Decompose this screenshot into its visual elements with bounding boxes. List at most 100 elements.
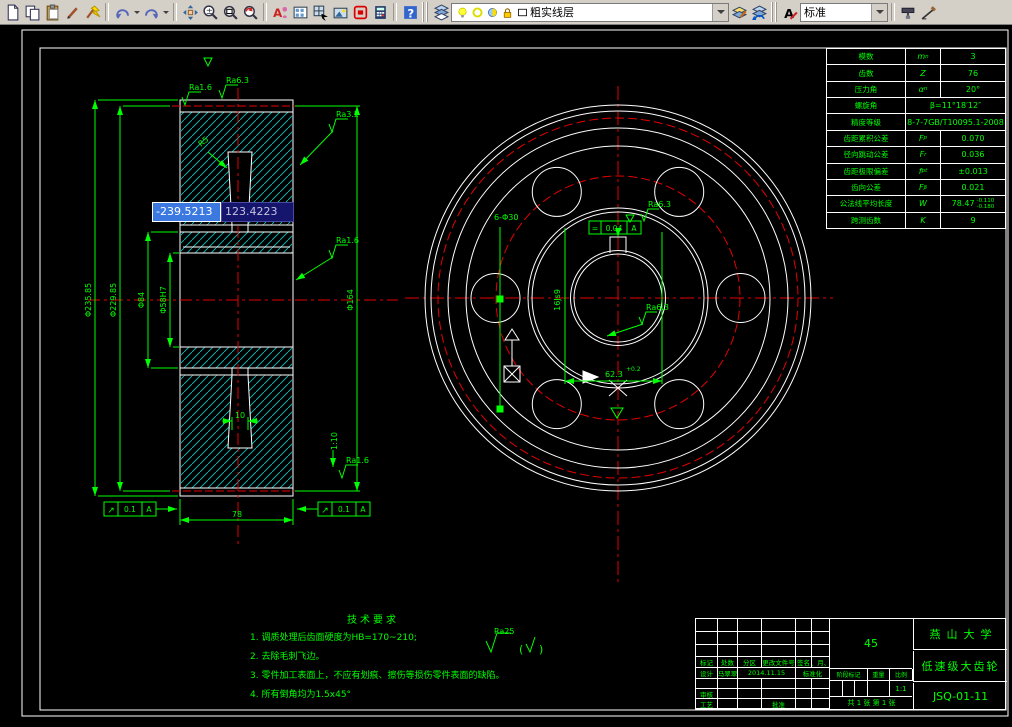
layer-edit-icon[interactable] bbox=[729, 2, 749, 22]
title-block-cell bbox=[762, 679, 796, 689]
gear-table-label: 压力角 bbox=[827, 81, 906, 98]
gear-table-symbol: f pt bbox=[906, 163, 941, 179]
gear-table-value: ±0.013 bbox=[958, 166, 988, 176]
dropdown-caret[interactable] bbox=[161, 3, 170, 21]
undo-icon[interactable] bbox=[112, 2, 132, 22]
format-painter-icon[interactable] bbox=[82, 2, 102, 22]
freeze-icon[interactable] bbox=[470, 5, 485, 20]
svg-text:±: ± bbox=[205, 6, 212, 16]
title-block-cell bbox=[738, 679, 762, 689]
tech-req-line: 2. 去除毛刺飞边。 bbox=[250, 652, 325, 662]
title-block-cell: 设计 bbox=[696, 668, 718, 679]
style-combo[interactable]: 标准 bbox=[800, 2, 888, 22]
title-block-cell bbox=[762, 619, 796, 632]
redo-icon[interactable] bbox=[141, 2, 161, 22]
gear-table-value: 9 bbox=[970, 215, 976, 225]
svg-text:78: 78 bbox=[232, 510, 242, 519]
gear-table-symbol: Fβ bbox=[906, 179, 941, 196]
svg-text:Ra1.6: Ra1.6 bbox=[336, 236, 359, 245]
gear-table-symbol: Z bbox=[906, 65, 941, 81]
annotate-icon[interactable]: A bbox=[270, 2, 290, 22]
render-icon[interactable] bbox=[330, 2, 350, 22]
toolbar-separator bbox=[393, 3, 397, 21]
title-block-signature-grid: 标记处数分区更改文件号签名年、月、日设计马翠翠2014.11.15标准化审核工艺… bbox=[696, 619, 830, 709]
svg-text:Φ84: Φ84 bbox=[137, 292, 146, 308]
gear-table-value: 20° bbox=[965, 84, 981, 94]
gear-table-label: 跨测齿数 bbox=[827, 212, 906, 228]
technical-requirements: 技术要求 1. 调质处理后齿面硬度为HB=170~210; 2. 去除毛刺飞边。… bbox=[250, 611, 590, 705]
stamp-icon[interactable] bbox=[350, 2, 370, 22]
gear-table-row: 齿距累积公差 Fp 0.070 bbox=[827, 130, 1005, 148]
tech-req-line: 4. 所有倒角均为1.5x45° bbox=[250, 690, 352, 700]
svg-text:62.3: 62.3 bbox=[605, 370, 623, 379]
new-doc-icon[interactable] bbox=[2, 2, 22, 22]
school-name: 燕山大学 bbox=[913, 619, 1007, 650]
svg-text:A: A bbox=[631, 224, 637, 233]
part-name: 低速级大齿轮 bbox=[913, 651, 1007, 682]
gear-table-symbol: K bbox=[906, 212, 941, 228]
stage-cell bbox=[830, 681, 843, 697]
block-icon[interactable] bbox=[310, 2, 330, 22]
title-block-cell bbox=[696, 679, 718, 689]
gear-table-value: 78.47 -0.110 -0.180 bbox=[951, 197, 995, 210]
title-block-cell bbox=[718, 619, 738, 632]
sheet-count: 共 1 张 第 1 张 bbox=[847, 699, 896, 707]
gear-table-value: 76 bbox=[967, 68, 979, 78]
roller-icon[interactable] bbox=[898, 2, 918, 22]
title-block-cell bbox=[812, 699, 830, 709]
paste-icon[interactable] bbox=[42, 2, 62, 22]
title-block-cell bbox=[718, 632, 738, 645]
style-combo-value: 标准 bbox=[804, 6, 826, 19]
lock-icon[interactable] bbox=[500, 5, 515, 20]
coord-x-input[interactable]: -239.5213 bbox=[152, 202, 221, 222]
coord-y-input[interactable]: 123.4223 bbox=[221, 202, 294, 222]
svg-text:Φ58H7: Φ58H7 bbox=[159, 286, 168, 314]
title-block-cell: 马翠翠 bbox=[718, 668, 738, 679]
title-block-cell: 年、月、日 bbox=[812, 657, 830, 668]
svg-text:0.04: 0.04 bbox=[606, 224, 623, 233]
gear-table-row: 压力角 α n 20° bbox=[827, 81, 1005, 99]
svg-text:Ra6.3: Ra6.3 bbox=[648, 200, 671, 209]
title-block-cell bbox=[718, 699, 738, 709]
measure-icon[interactable] bbox=[918, 2, 938, 22]
layer-move-icon[interactable] bbox=[749, 2, 769, 22]
title-block-cell: 审核 bbox=[696, 689, 718, 699]
title-block-cell: 更改文件号 bbox=[762, 657, 796, 668]
font-style-icon[interactable]: A bbox=[780, 2, 800, 22]
scale-header: 比例 bbox=[890, 669, 913, 681]
ball-icon[interactable] bbox=[485, 5, 500, 20]
color-swatch-icon[interactable] bbox=[515, 5, 530, 20]
brush-icon[interactable] bbox=[62, 2, 82, 22]
title-block-cell: 批准 bbox=[762, 699, 796, 709]
calculator-icon[interactable] bbox=[370, 2, 390, 22]
gear-table-value: 0.021 bbox=[961, 183, 985, 193]
stage-cell bbox=[843, 681, 855, 697]
gear-table-value: 3 bbox=[970, 52, 976, 62]
title-block-cell bbox=[696, 619, 718, 632]
gear-table-symbol: αn bbox=[906, 81, 941, 98]
title-block-cell bbox=[718, 689, 738, 699]
zoom-inout-icon[interactable]: ± bbox=[200, 2, 220, 22]
svg-text:Ra1.6: Ra1.6 bbox=[189, 83, 212, 92]
title-block-cell bbox=[762, 645, 796, 657]
layer-combo-dropdown-button[interactable] bbox=[712, 3, 728, 21]
grid-icon[interactable] bbox=[290, 2, 310, 22]
dropdown-caret[interactable] bbox=[132, 3, 141, 21]
help-icon[interactable]: ? bbox=[400, 2, 420, 22]
style-combo-dropdown-button[interactable] bbox=[871, 3, 887, 21]
title-block: 标记处数分区更改文件号签名年、月、日设计马翠翠2014.11.15标准化审核工艺… bbox=[695, 618, 1007, 710]
title-block-cell bbox=[738, 632, 762, 645]
svg-text:1:10: 1:10 bbox=[330, 432, 339, 450]
bulb-icon[interactable] bbox=[455, 5, 470, 20]
layers-icon[interactable] bbox=[431, 2, 451, 22]
gear-table-row: 齿数 Z 76 bbox=[827, 65, 1005, 82]
pan-icon[interactable] bbox=[180, 2, 200, 22]
zoom-previous-icon[interactable] bbox=[240, 2, 260, 22]
title-block-cell: 分区 bbox=[738, 657, 762, 668]
layer-combo[interactable]: 粗实线层 bbox=[451, 2, 729, 22]
copy-icon[interactable] bbox=[22, 2, 42, 22]
zoom-window-icon[interactable] bbox=[220, 2, 240, 22]
title-block-cell bbox=[738, 645, 762, 657]
title-block-cell bbox=[796, 632, 812, 645]
gear-table-label: 齿距极限偏差 bbox=[827, 163, 906, 179]
